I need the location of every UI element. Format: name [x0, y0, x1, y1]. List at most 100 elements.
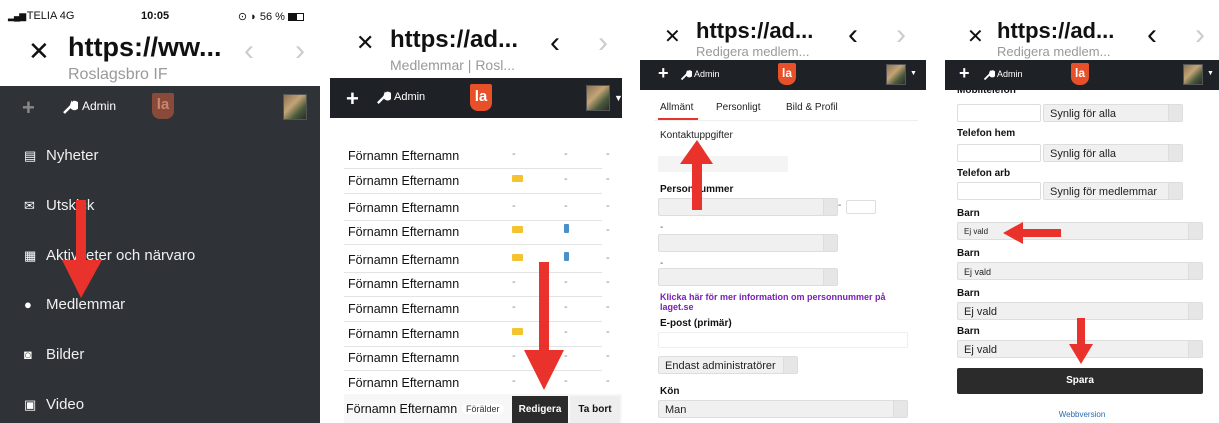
edit-button[interactable]: Redigera: [512, 396, 568, 423]
avatar[interactable]: [886, 64, 906, 85]
back-icon[interactable]: ‹: [550, 26, 560, 60]
menu-item-bilder[interactable]: ◙ Bilder: [0, 332, 300, 382]
mobile-visibility-select[interactable]: Synlig för alla: [1043, 104, 1183, 122]
envelope-icon: [512, 226, 523, 233]
close-icon[interactable]: ✕: [28, 36, 50, 67]
chevron-down-icon[interactable]: ▼: [614, 93, 622, 103]
back-icon[interactable]: ‹: [244, 34, 254, 68]
tabs-divider: [654, 120, 918, 121]
chevron-down-icon: [1188, 263, 1202, 279]
camera-icon: ◙: [24, 347, 32, 362]
menu-item-medlemmar[interactable]: ● Medlemmar: [0, 282, 300, 332]
admin-link[interactable]: Admin: [82, 99, 116, 113]
admin-link[interactable]: Admin: [997, 69, 1023, 79]
close-icon[interactable]: ✕: [356, 30, 374, 56]
chevron-down-icon: [1168, 105, 1182, 121]
menu-item-aktiviteter[interactable]: ▦ Aktiviteter och närvaro: [0, 233, 300, 283]
email-input[interactable]: [658, 332, 908, 348]
page-subtitle: Medlemmar | Rosl...: [390, 57, 515, 73]
back-icon[interactable]: ‹: [1147, 18, 1157, 52]
alarm-icon: ⊙ ◗: [237, 11, 260, 23]
child-label-3: Barn: [957, 288, 980, 299]
tab-allmant[interactable]: Allmänt: [660, 102, 693, 113]
email-label: E-post (primär): [660, 318, 732, 329]
admin-bar: + Admin la ▼: [640, 60, 926, 90]
phone-icon: [564, 252, 569, 261]
annotation-arrow: [524, 262, 564, 390]
web-version-link[interactable]: Webbversion: [945, 410, 1219, 419]
screen-edit-member-contact: ✕ https://ad... Redigera medlem... ‹ › +…: [945, 0, 1219, 423]
screen-menu: ▂▄▆ TELIA 4G 10:05 ⊙ ◗ 56 % ✕ https://ww…: [0, 0, 320, 423]
work-visibility-select[interactable]: Synlig för medlemmar: [1043, 182, 1183, 200]
personnummer-suffix-input[interactable]: [846, 200, 876, 214]
signal-icon: ▂▄▆: [8, 11, 27, 21]
dash-separator-1: -: [838, 200, 842, 211]
wrench-icon[interactable]: [983, 69, 995, 81]
work-phone-input[interactable]: [957, 182, 1041, 200]
admin-link[interactable]: Admin: [694, 69, 720, 79]
plus-icon[interactable]: +: [346, 86, 359, 112]
menu-item-video[interactable]: ▣ Video: [0, 382, 300, 423]
home-phone-label: Telefon hem: [957, 128, 1016, 139]
plus-icon[interactable]: +: [959, 63, 970, 84]
back-icon[interactable]: ‹: [848, 18, 858, 52]
delete-button[interactable]: Ta bort: [570, 396, 620, 423]
admin-link[interactable]: Admin: [394, 91, 425, 103]
page-url: https://ad...: [696, 18, 814, 43]
battery-icon: [288, 13, 304, 22]
chevron-down-icon[interactable]: ▼: [910, 70, 917, 77]
field-select-2[interactable]: [658, 234, 838, 252]
mobile-input[interactable]: [957, 104, 1041, 122]
forward-icon[interactable]: ›: [896, 18, 906, 52]
avatar[interactable]: [283, 94, 307, 120]
mobile-label: Mobiltelefon: [957, 90, 1016, 96]
table-row[interactable]: Förnamn Efternamn - - -: [344, 196, 610, 221]
battery-indicator: ⊙ ◗ 56 %: [238, 10, 304, 23]
newspaper-icon: ▤: [24, 148, 37, 163]
laget-logo: la: [778, 63, 796, 85]
page-subtitle: Roslagsbro IF: [68, 66, 168, 83]
envelope-icon: [512, 254, 523, 261]
child-label-1: Barn: [957, 208, 980, 219]
page-url: https://ww...: [68, 32, 222, 62]
avatar[interactable]: [1183, 64, 1203, 85]
gender-select[interactable]: Man: [658, 400, 908, 418]
tab-bild-profil[interactable]: Bild & Profil: [786, 102, 838, 113]
phone-icon: [564, 224, 569, 233]
carrier-text: ▂▄▆ TELIA 4G: [8, 10, 75, 22]
tab-personligt[interactable]: Personligt: [716, 102, 760, 113]
menu-item-nyheter[interactable]: ▤ Nyheter: [0, 133, 300, 183]
close-icon[interactable]: ✕: [664, 24, 681, 49]
field-select-3[interactable]: [658, 268, 838, 286]
forward-icon[interactable]: ›: [598, 26, 608, 60]
plus-icon[interactable]: +: [658, 63, 669, 84]
save-button[interactable]: Spara: [957, 368, 1203, 394]
forward-icon[interactable]: ›: [295, 34, 305, 68]
page-subtitle: Redigera medlem...: [997, 44, 1111, 59]
avatar[interactable]: [586, 85, 610, 111]
wrench-icon[interactable]: [376, 90, 391, 105]
close-icon[interactable]: ✕: [967, 24, 984, 49]
home-phone-input[interactable]: [957, 144, 1041, 162]
email-visibility-select[interactable]: Endast administratörer: [658, 356, 798, 374]
parent-badge: Förälder: [462, 404, 504, 414]
annotation-arrow: [1069, 318, 1093, 364]
wrench-icon[interactable]: [680, 69, 692, 81]
forward-icon[interactable]: ›: [1195, 18, 1205, 52]
wrench-icon[interactable]: [62, 99, 78, 115]
plus-icon[interactable]: +: [22, 95, 35, 121]
admin-bar: + Admin la: [0, 86, 320, 128]
child-select-2[interactable]: Ej vald: [957, 262, 1203, 280]
table-row[interactable]: Förnamn Efternamn -: [344, 220, 610, 245]
chevron-down-icon: [1168, 145, 1182, 161]
chevron-down-icon[interactable]: ▼: [1207, 70, 1214, 77]
chevron-down-icon: [1188, 303, 1202, 319]
home-visibility-select[interactable]: Synlig för alla: [1043, 144, 1183, 162]
chevron-down-icon: [823, 269, 837, 285]
personnummer-info-link[interactable]: Klicka här för mer information om person…: [660, 292, 910, 312]
table-row[interactable]: Förnamn Efternamn - -: [344, 169, 610, 194]
child-select-1[interactable]: Ej vald: [957, 222, 1203, 240]
table-row[interactable]: Förnamn Efternamn - - -: [344, 144, 610, 169]
menu-item-utskick[interactable]: ✉ Utskick: [0, 183, 300, 233]
page-url: https://ad...: [390, 26, 518, 53]
